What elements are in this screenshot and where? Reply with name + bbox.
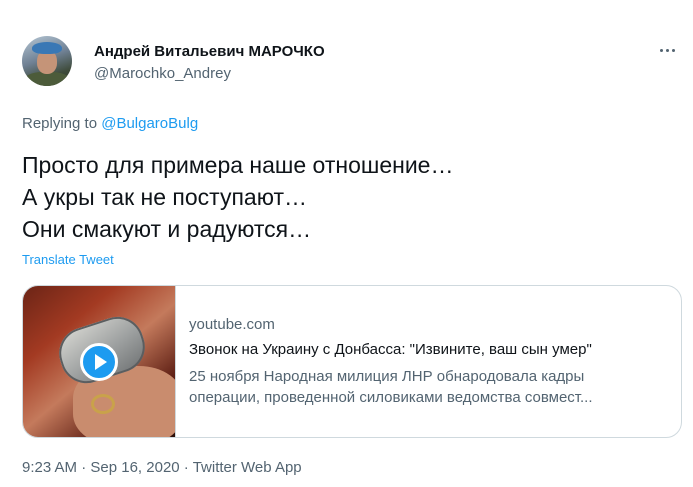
reply-mention-link[interactable]: @BulgaroBulg: [101, 115, 198, 132]
tweet-text: Просто для примера наше отношение… А укр…: [22, 149, 662, 245]
author-name[interactable]: Андрей Витальевич МАРОЧКО: [94, 43, 325, 60]
tweet-time[interactable]: 9:23 AM: [22, 459, 77, 476]
tweet-source[interactable]: Twitter Web App: [193, 459, 302, 476]
avatar[interactable]: [22, 36, 72, 86]
meta-separator: ·: [77, 459, 91, 476]
card-description: 25 ноября Народная милиция ЛНР обнародов…: [189, 366, 669, 408]
author-handle[interactable]: @Marochko_Andrey: [94, 65, 231, 82]
tweet-text-line: А укры так не поступают…: [22, 184, 307, 210]
tweet-text-line: Просто для примера наше отношение…: [22, 152, 454, 178]
card-domain: youtube.com: [189, 316, 275, 333]
tweet-text-line: Они смакуют и радуются…: [22, 216, 312, 242]
card-description-line: 25 ноября Народная милиция ЛНР обнародов…: [189, 368, 585, 385]
thumbnail-ring: [91, 394, 115, 414]
link-preview-card[interactable]: youtube.com Звонок на Украину с Донбасса…: [22, 285, 682, 438]
more-options-button[interactable]: [652, 38, 682, 62]
avatar-beret: [32, 42, 62, 54]
play-icon[interactable]: [80, 343, 118, 381]
avatar-body: [24, 72, 70, 86]
more-horizontal-icon: [659, 48, 675, 52]
tweet-date[interactable]: Sep 16, 2020: [90, 459, 179, 476]
card-description-line: операции, проведенной силовиками ведомст…: [189, 389, 593, 406]
card-title: Звонок на Украину с Донбасса: "Извините,…: [189, 341, 592, 358]
meta-separator: ·: [179, 459, 193, 476]
replying-to-label: Replying to: [22, 115, 102, 132]
tweet-meta: 9:23 AM · Sep 16, 2020 · Twitter Web App: [22, 459, 302, 476]
translate-tweet-link[interactable]: Translate Tweet: [22, 252, 114, 267]
video-thumbnail[interactable]: [23, 286, 176, 437]
tweet: Андрей Витальевич МАРОЧКО @Marochko_Andr…: [0, 0, 693, 487]
replying-to: Replying to @BulgaroBulg: [22, 115, 198, 132]
